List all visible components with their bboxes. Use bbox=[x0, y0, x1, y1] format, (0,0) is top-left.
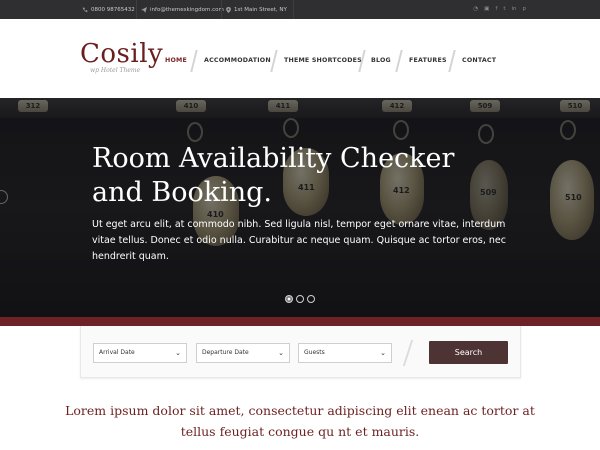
phone-contact: 0800 98765432 bbox=[82, 0, 135, 19]
accent-bar bbox=[0, 317, 600, 326]
topbar-divider bbox=[293, 0, 294, 19]
nav-features[interactable]: FEATURES bbox=[409, 55, 447, 67]
nav-divider bbox=[395, 50, 403, 72]
nav-divider bbox=[270, 50, 278, 72]
address-contact: 1st Main Street, NY bbox=[226, 0, 287, 19]
rss-icon[interactable]: ◔ bbox=[473, 6, 478, 13]
slider-pagination bbox=[285, 295, 315, 303]
pinterest-icon[interactable]: p bbox=[523, 6, 527, 13]
instagram-icon[interactable]: ▣ bbox=[484, 6, 489, 13]
nav-home[interactable]: HOME bbox=[165, 55, 187, 67]
site-header: Cosily wp Hotel Theme HOME ACCOMMODATION… bbox=[0, 19, 600, 98]
location-pin-icon bbox=[226, 6, 231, 13]
hero-title-line: and Booking. bbox=[92, 177, 272, 208]
nav-theme-shortcodes[interactable]: THEME SHORTCODES bbox=[284, 55, 362, 67]
topbar-divider bbox=[136, 0, 137, 19]
intro-text: Lorem ipsum dolor sit amet, consectetur … bbox=[65, 403, 535, 439]
slider-dot-active[interactable] bbox=[285, 295, 293, 303]
phone-icon bbox=[82, 7, 88, 12]
street-address: 1st Main Street, NY bbox=[234, 6, 287, 13]
nav-divider bbox=[448, 50, 456, 72]
nav-accommodation[interactable]: ACCOMMODATION bbox=[204, 55, 271, 67]
chevron-down-icon: ⌄ bbox=[278, 349, 284, 357]
search-button[interactable]: Search bbox=[429, 341, 508, 364]
booking-divider bbox=[402, 340, 414, 366]
chevron-down-icon: ⌄ bbox=[380, 349, 386, 357]
arrival-date-label: Arrival Date bbox=[99, 349, 135, 356]
slider-dot[interactable] bbox=[307, 295, 315, 303]
departure-date-select[interactable]: Departure Date ⌄ bbox=[196, 343, 290, 363]
slider-dot[interactable] bbox=[296, 295, 304, 303]
phone-number: 0800 98765432 bbox=[91, 6, 135, 13]
paper-plane-icon bbox=[141, 6, 147, 13]
nav-contact[interactable]: CONTACT bbox=[462, 55, 496, 67]
hero-title-line: Room Availability Checker bbox=[92, 143, 455, 174]
hero-title: Room Availability Checker and Booking. bbox=[92, 142, 512, 210]
top-bar: 0800 98765432 info@themeskingdom.com 1st… bbox=[0, 0, 600, 19]
twitter-icon[interactable]: t bbox=[503, 6, 505, 13]
booking-form: Arrival Date ⌄ Departure Date ⌄ Guests ⌄… bbox=[80, 326, 521, 378]
site-logo[interactable]: Cosily bbox=[80, 41, 163, 67]
chevron-down-icon: ⌄ bbox=[175, 349, 181, 357]
departure-date-label: Departure Date bbox=[202, 349, 249, 356]
hero-description: Ut eget arcu elit, at commodo nibh. Sed … bbox=[92, 219, 506, 262]
guests-label: Guests bbox=[304, 349, 325, 356]
arrival-date-select[interactable]: Arrival Date ⌄ bbox=[93, 343, 187, 363]
hero-slider: 312 410 411 412 509 510 411 410 412 509 … bbox=[0, 98, 600, 317]
email-contact[interactable]: info@themeskingdom.com bbox=[141, 0, 224, 19]
topbar-divider bbox=[221, 0, 222, 19]
nav-divider bbox=[190, 50, 198, 72]
facebook-icon[interactable]: f bbox=[495, 6, 497, 13]
nav-blog[interactable]: BLOG bbox=[371, 55, 391, 67]
linkedin-icon[interactable]: in bbox=[511, 6, 516, 13]
email-address[interactable]: info@themeskingdom.com bbox=[150, 7, 224, 13]
social-links: ◔ ▣ f t in p bbox=[473, 0, 526, 19]
guests-select[interactable]: Guests ⌄ bbox=[298, 343, 392, 363]
site-tagline: wp Hotel Theme bbox=[90, 67, 141, 74]
